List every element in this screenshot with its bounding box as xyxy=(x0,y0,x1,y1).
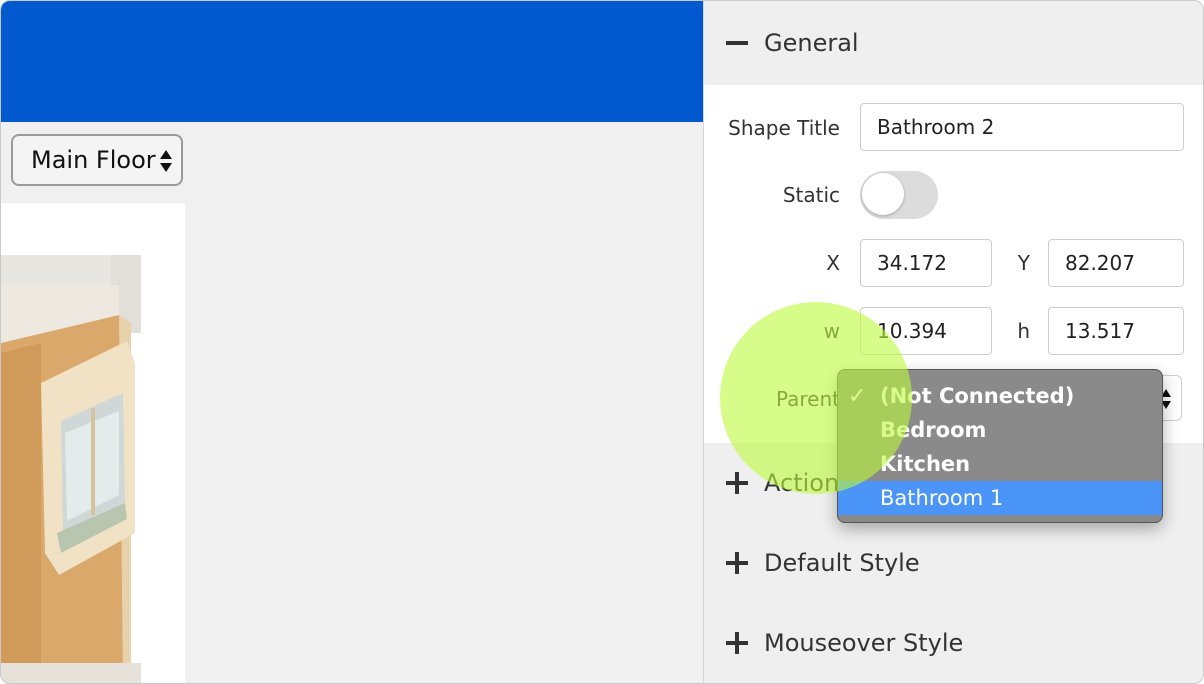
canvas-pane: Main Floor xyxy=(1,1,703,683)
floorplan-image xyxy=(1,203,185,683)
h-input[interactable]: 13.517 xyxy=(1048,307,1184,355)
option-label: Bathroom 1 xyxy=(880,486,1004,510)
plus-icon xyxy=(726,472,748,494)
minus-icon xyxy=(726,32,748,54)
floor-select[interactable]: Main Floor xyxy=(11,134,183,186)
y-label: Y xyxy=(1017,251,1030,275)
plus-icon xyxy=(726,552,748,574)
option-label: (Not Connected) xyxy=(880,384,1075,408)
properties-panel: General Shape Title Bathroom 2 Static X … xyxy=(703,1,1203,683)
floorplan-canvas[interactable] xyxy=(1,203,185,683)
mouseover-style-section-header[interactable]: Mouseover Style xyxy=(704,613,1203,673)
static-toggle-knob xyxy=(862,173,904,215)
default-style-section-header[interactable]: Default Style xyxy=(704,533,1203,593)
parent-option-kitchen[interactable]: Kitchen xyxy=(838,447,1162,481)
plus-icon xyxy=(726,632,748,654)
app-window: Main Floor General Shape Title Bathroom … xyxy=(0,0,1204,684)
w-value: 10.394 xyxy=(877,319,947,343)
default-style-section-title: Default Style xyxy=(764,549,920,577)
h-label: h xyxy=(1017,319,1030,343)
header-banner xyxy=(1,1,703,122)
w-input[interactable]: 10.394 xyxy=(860,307,992,355)
option-label: Bedroom xyxy=(880,418,987,442)
parent-option-bedroom[interactable]: Bedroom xyxy=(838,413,1162,447)
checkmark-icon: ✓ xyxy=(848,384,867,409)
w-label: w xyxy=(823,319,840,343)
static-label: Static xyxy=(782,183,840,207)
shape-title-value: Bathroom 2 xyxy=(877,115,995,139)
x-value: 34.172 xyxy=(877,251,947,275)
shape-title-label: Shape Title xyxy=(728,116,840,140)
option-label: Kitchen xyxy=(880,452,971,476)
general-section-title: General xyxy=(764,29,859,57)
x-label: X xyxy=(826,251,840,275)
parent-option-not-connected[interactable]: ✓ (Not Connected) xyxy=(838,379,1162,413)
static-toggle[interactable] xyxy=(860,171,938,219)
parent-dropdown-menu: ✓ (Not Connected) Bedroom Kitchen Bathro… xyxy=(837,369,1163,523)
x-input[interactable]: 34.172 xyxy=(860,239,992,287)
h-value: 13.517 xyxy=(1065,319,1135,343)
parent-label: Parent xyxy=(775,387,840,411)
mouseover-style-section-title: Mouseover Style xyxy=(764,629,964,657)
general-section-header[interactable]: General xyxy=(704,13,1203,73)
y-input[interactable]: 82.207 xyxy=(1048,239,1184,287)
shape-title-input[interactable]: Bathroom 2 xyxy=(860,103,1184,151)
up-down-arrows-icon xyxy=(160,150,172,172)
parent-option-bathroom-1[interactable]: Bathroom 1 xyxy=(838,481,1162,515)
y-value: 82.207 xyxy=(1065,251,1135,275)
floor-select-value: Main Floor xyxy=(31,146,156,174)
